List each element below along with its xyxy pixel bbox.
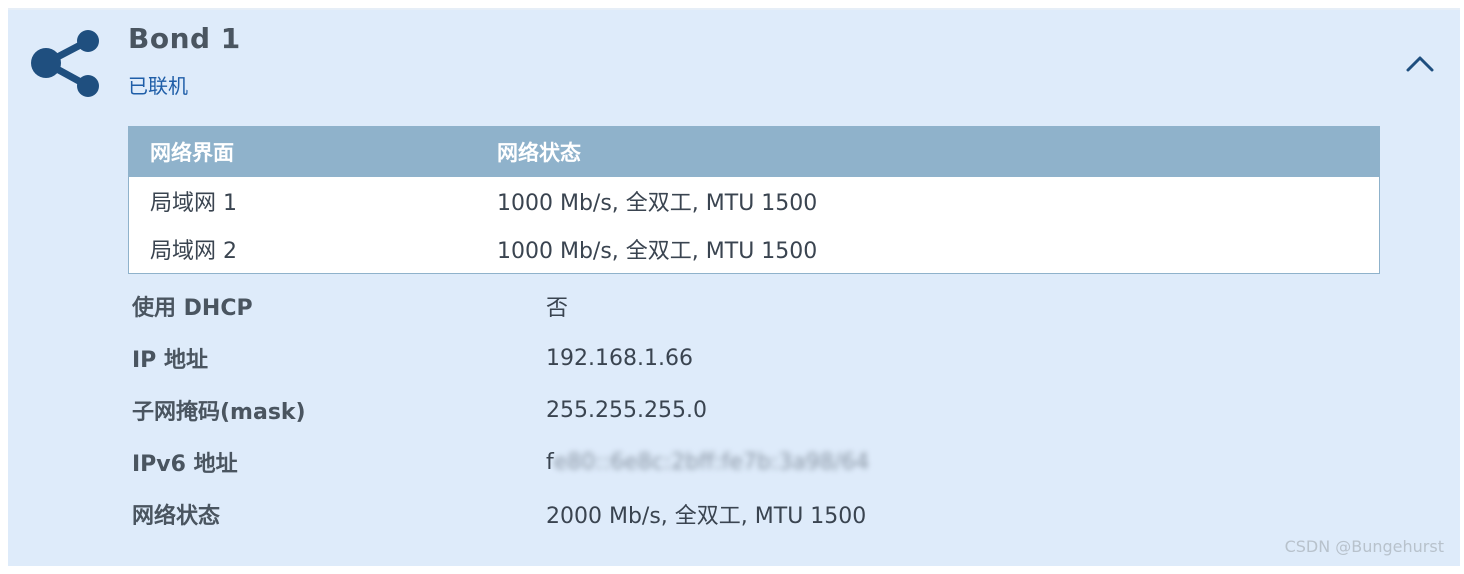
bond-title: Bond 1: [128, 22, 241, 55]
detail-label: IP 地址: [132, 348, 208, 373]
detail-label: 使用 DHCP: [132, 296, 253, 321]
table-row[interactable]: 局域网 1 1000 Mb/s, 全双工, MTU 1500: [129, 177, 1379, 225]
ipv6-prefix: f: [546, 449, 554, 475]
connection-status: 已联机: [128, 74, 188, 98]
interface-status: 1000 Mb/s, 全双工, MTU 1500: [497, 191, 818, 216]
detail-value: 否: [546, 296, 569, 321]
column-header-interface[interactable]: 网络界面: [129, 137, 497, 167]
collapse-button[interactable]: [1400, 48, 1440, 78]
bond-details: 使用 DHCP 否 IP 地址 192.168.1.66 子网掩码(mask) …: [132, 280, 1032, 540]
detail-label: 网络状态: [132, 504, 221, 529]
detail-row-ipv6: IPv6 地址 fe80::6e8c:2bff:fe7b:3a98/64: [132, 436, 1032, 488]
watermark: CSDN @Bungehurst: [1284, 537, 1444, 556]
table-row[interactable]: 局域网 2 1000 Mb/s, 全双工, MTU 1500: [129, 225, 1379, 273]
detail-row-network-status: 网络状态 2000 Mb/s, 全双工, MTU 1500: [132, 488, 1032, 540]
detail-row-dhcp: 使用 DHCP 否: [132, 280, 1032, 332]
detail-value-ipv6: fe80::6e8c:2bff:fe7b:3a98/64: [546, 450, 869, 475]
interface-name: 局域网 2: [150, 239, 237, 264]
interfaces-table: 网络界面 网络状态 局域网 1 1000 Mb/s, 全双工, MTU 1500…: [128, 126, 1380, 274]
interface-name: 局域网 1: [150, 191, 237, 216]
column-header-status[interactable]: 网络状态: [497, 137, 1379, 167]
share-network-icon: [30, 28, 102, 98]
detail-value: 2000 Mb/s, 全双工, MTU 1500: [546, 504, 867, 529]
interface-status: 1000 Mb/s, 全双工, MTU 1500: [497, 239, 818, 264]
chevron-up-icon: [1406, 56, 1434, 72]
detail-row-ip: IP 地址 192.168.1.66: [132, 332, 1032, 384]
detail-value: 255.255.255.0: [546, 397, 707, 423]
detail-row-mask: 子网掩码(mask) 255.255.255.0: [132, 384, 1032, 436]
detail-value: 192.168.1.66: [546, 345, 693, 371]
detail-label: IPv6 地址: [132, 452, 238, 477]
bond-panel: Bond 1 已联机 网络界面 网络状态 局域网 1 1000 Mb/s, 全双…: [8, 8, 1460, 566]
table-header: 网络界面 网络状态: [129, 127, 1379, 177]
redacted-value: e80::6e8c:2bff:fe7b:3a98/64: [553, 449, 870, 475]
detail-label: 子网掩码(mask): [132, 400, 306, 425]
